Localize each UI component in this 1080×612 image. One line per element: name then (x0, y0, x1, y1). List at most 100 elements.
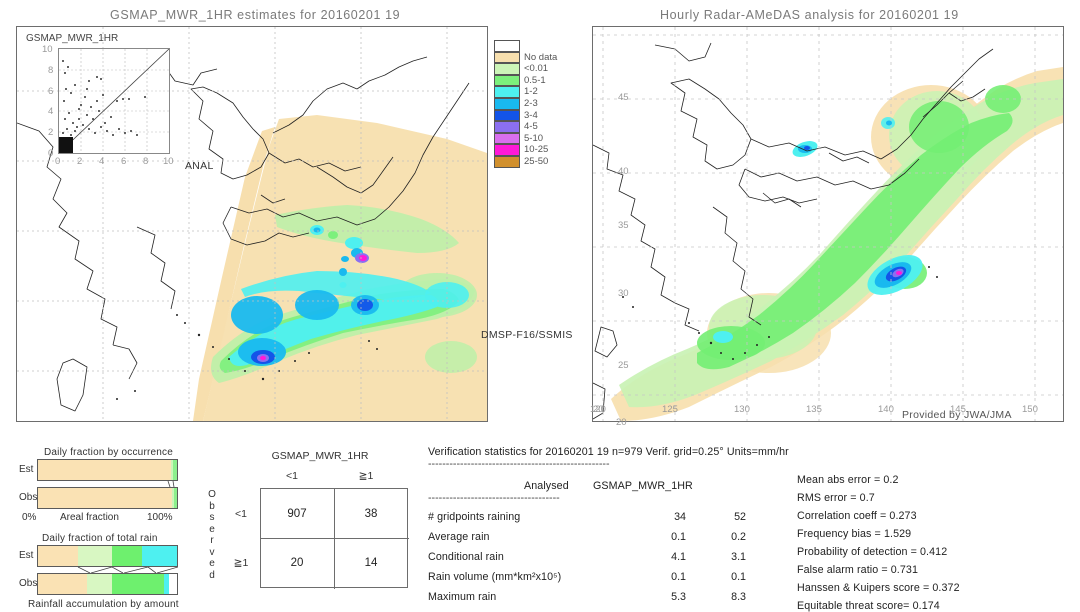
amount-row-label-obs: Obs (19, 578, 38, 589)
observed-letter: O (208, 489, 216, 500)
inset-ytick-0: 0 (48, 148, 54, 159)
radar-lat-20-inner: 20 (616, 417, 627, 428)
bar-segment-3 (141, 546, 177, 566)
occurrence-bar-est (37, 459, 178, 481)
inset-ytick-10: 10 (42, 44, 53, 55)
stats-row-name-1: Average rain (428, 531, 490, 543)
stats-row-name-4: Maximum rain (428, 591, 497, 603)
radar-lat-30: 30 (618, 288, 629, 299)
stats-row-model-1: 0.2 (731, 531, 746, 543)
contingency-cell-1-0: 20 (290, 557, 304, 569)
stats-row-analysed-3: 0.1 (671, 571, 686, 583)
stats-table-divider: ------------------------------------- (428, 492, 560, 504)
amount-chart-footer: Rainfall accumulation by amount (28, 599, 179, 610)
radar-lon-125: 125 (662, 404, 678, 415)
stats-row-name-2: Conditional rain (428, 551, 504, 563)
colorbar-label-10: 25-50 (524, 156, 549, 167)
contingency-col-header-0: <1 (286, 470, 298, 482)
stats-row-analysed-4: 5.3 (671, 591, 686, 603)
stats-row-name-3: Rain volume (mm*km²x10⁵) (428, 571, 562, 583)
bar-segment-0 (38, 574, 88, 594)
score-6: Hanssen & Kuipers score = 0.372 (797, 582, 960, 594)
bar-segment-1 (87, 574, 112, 594)
inset-scatter-title: GSMAP_MWR_1HR (26, 33, 119, 44)
colorbar-label-1: No data (524, 51, 558, 63)
colorbar-swatch-3 (494, 74, 520, 87)
stats-row-model-3: 0.1 (731, 571, 746, 583)
score-7: Equitable threat score= 0.174 (797, 600, 940, 612)
occurrence-axis-center: Areal fraction (60, 512, 119, 523)
colorbar-label-3: 0.5-1 (524, 74, 546, 86)
observed-letter: v (209, 546, 215, 558)
occurrence-row-label-obs: Obs (19, 492, 38, 503)
colorbar-label-6: 3-4 (524, 109, 538, 121)
contingency-row-header-0: <1 (235, 508, 247, 520)
radar-lat-35: 35 (618, 220, 629, 231)
stats-col-header-model: GSMAP_MWR_1HR (593, 480, 693, 492)
verification-header: Verification statistics for 20160201 19 … (428, 446, 789, 458)
stats-row-analysed-0: 34 (674, 511, 686, 523)
inset-scatter-plot[interactable] (58, 48, 170, 154)
sensor-label: DMSP-F16/SSMIS (481, 329, 573, 341)
radar-amedas-map[interactable] (592, 26, 1064, 422)
inset-xtick-8: 8 (143, 156, 149, 167)
contingency-observed-label: Observed (206, 489, 218, 581)
occurrence-row-label-est: Est (19, 464, 34, 475)
left-panel-title: GSMAP_MWR_1HR estimates for 20160201 19 (110, 8, 401, 22)
contingency-col-header-1: ≧1 (358, 470, 374, 482)
inset-anal-label: ANAL (185, 160, 214, 172)
radar-credit: Provided by JWA/JMA (902, 409, 1012, 421)
inset-xtick-10: 10 (163, 156, 174, 167)
stats-row-analysed-2: 4.1 (671, 551, 686, 563)
inset-ytick-2: 2 (48, 127, 54, 138)
radar-lat-25: 25 (618, 360, 629, 371)
precipitation-colorbar: No data <0.01 0.5-1 1-2 2-3 3-4 4-5 5-10 10-25 25… (494, 40, 584, 180)
observed-letter: s (209, 512, 215, 523)
contingency-title: GSMAP_MWR_1HR (271, 450, 369, 462)
colorbar-swatch-5 (494, 98, 520, 110)
contingency-vline (334, 489, 335, 589)
radar-lat-45: 45 (618, 92, 629, 103)
inset-xtick-0: 0 (55, 156, 61, 167)
amount-row-label-est: Est (19, 550, 34, 561)
observed-letter: b (209, 500, 215, 512)
right-panel-title: Hourly Radar-AMeDAS analysis for 2016020… (660, 8, 959, 22)
colorbar-label-9: 10-25 (524, 144, 549, 156)
radar-lon-135: 135 (806, 404, 822, 415)
contingency-hline (261, 538, 409, 539)
colorbar-label-2: <0.01 (524, 63, 549, 75)
stats-row-model-4: 8.3 (731, 591, 746, 603)
stats-row-model-0: 52 (734, 511, 746, 523)
contingency-cell-0-1: 38 (364, 508, 378, 520)
bar-segment-2 (111, 546, 142, 566)
bar-segment-0 (38, 546, 79, 566)
occurrence-bar-obs (37, 487, 178, 509)
contingency-table[interactable] (260, 488, 409, 589)
stats-row-name-0: # gridpoints raining (428, 511, 521, 523)
amount-bar-est (37, 545, 178, 567)
colorbar-swatch-8 (494, 132, 520, 145)
colorbar-swatch-4 (494, 86, 520, 98)
radar-lon-120: 120 (590, 404, 606, 415)
occurrence-chart-title: Daily fraction by occurrence (44, 447, 173, 458)
bar-segment-0 (38, 460, 171, 480)
score-3: Frequency bias = 1.529 (797, 528, 912, 540)
colorbar-swatch-9 (494, 144, 520, 156)
stats-row-analysed-1: 0.1 (671, 531, 686, 543)
inset-xtick-4: 4 (99, 156, 105, 167)
radar-map-svg (593, 27, 1063, 421)
amount-bar-obs (37, 573, 178, 595)
contingency-cell-1-1: 14 (364, 557, 378, 569)
occurrence-connector-lines (167, 481, 175, 487)
observed-letter: e (209, 558, 215, 569)
score-4: Probability of detection = 0.412 (797, 546, 948, 558)
inset-xtick-2: 2 (77, 156, 83, 167)
radar-lon-150: 150 (1022, 404, 1038, 415)
score-0: Mean abs error = 0.2 (797, 474, 899, 486)
inset-ytick-6: 6 (48, 86, 54, 97)
observed-letter: e (209, 523, 215, 535)
stats-col-header-analysed: Analysed (524, 480, 569, 492)
bar-segment-2 (172, 460, 177, 480)
observed-letter: r (210, 535, 214, 546)
radar-lat-40: 40 (618, 166, 629, 177)
